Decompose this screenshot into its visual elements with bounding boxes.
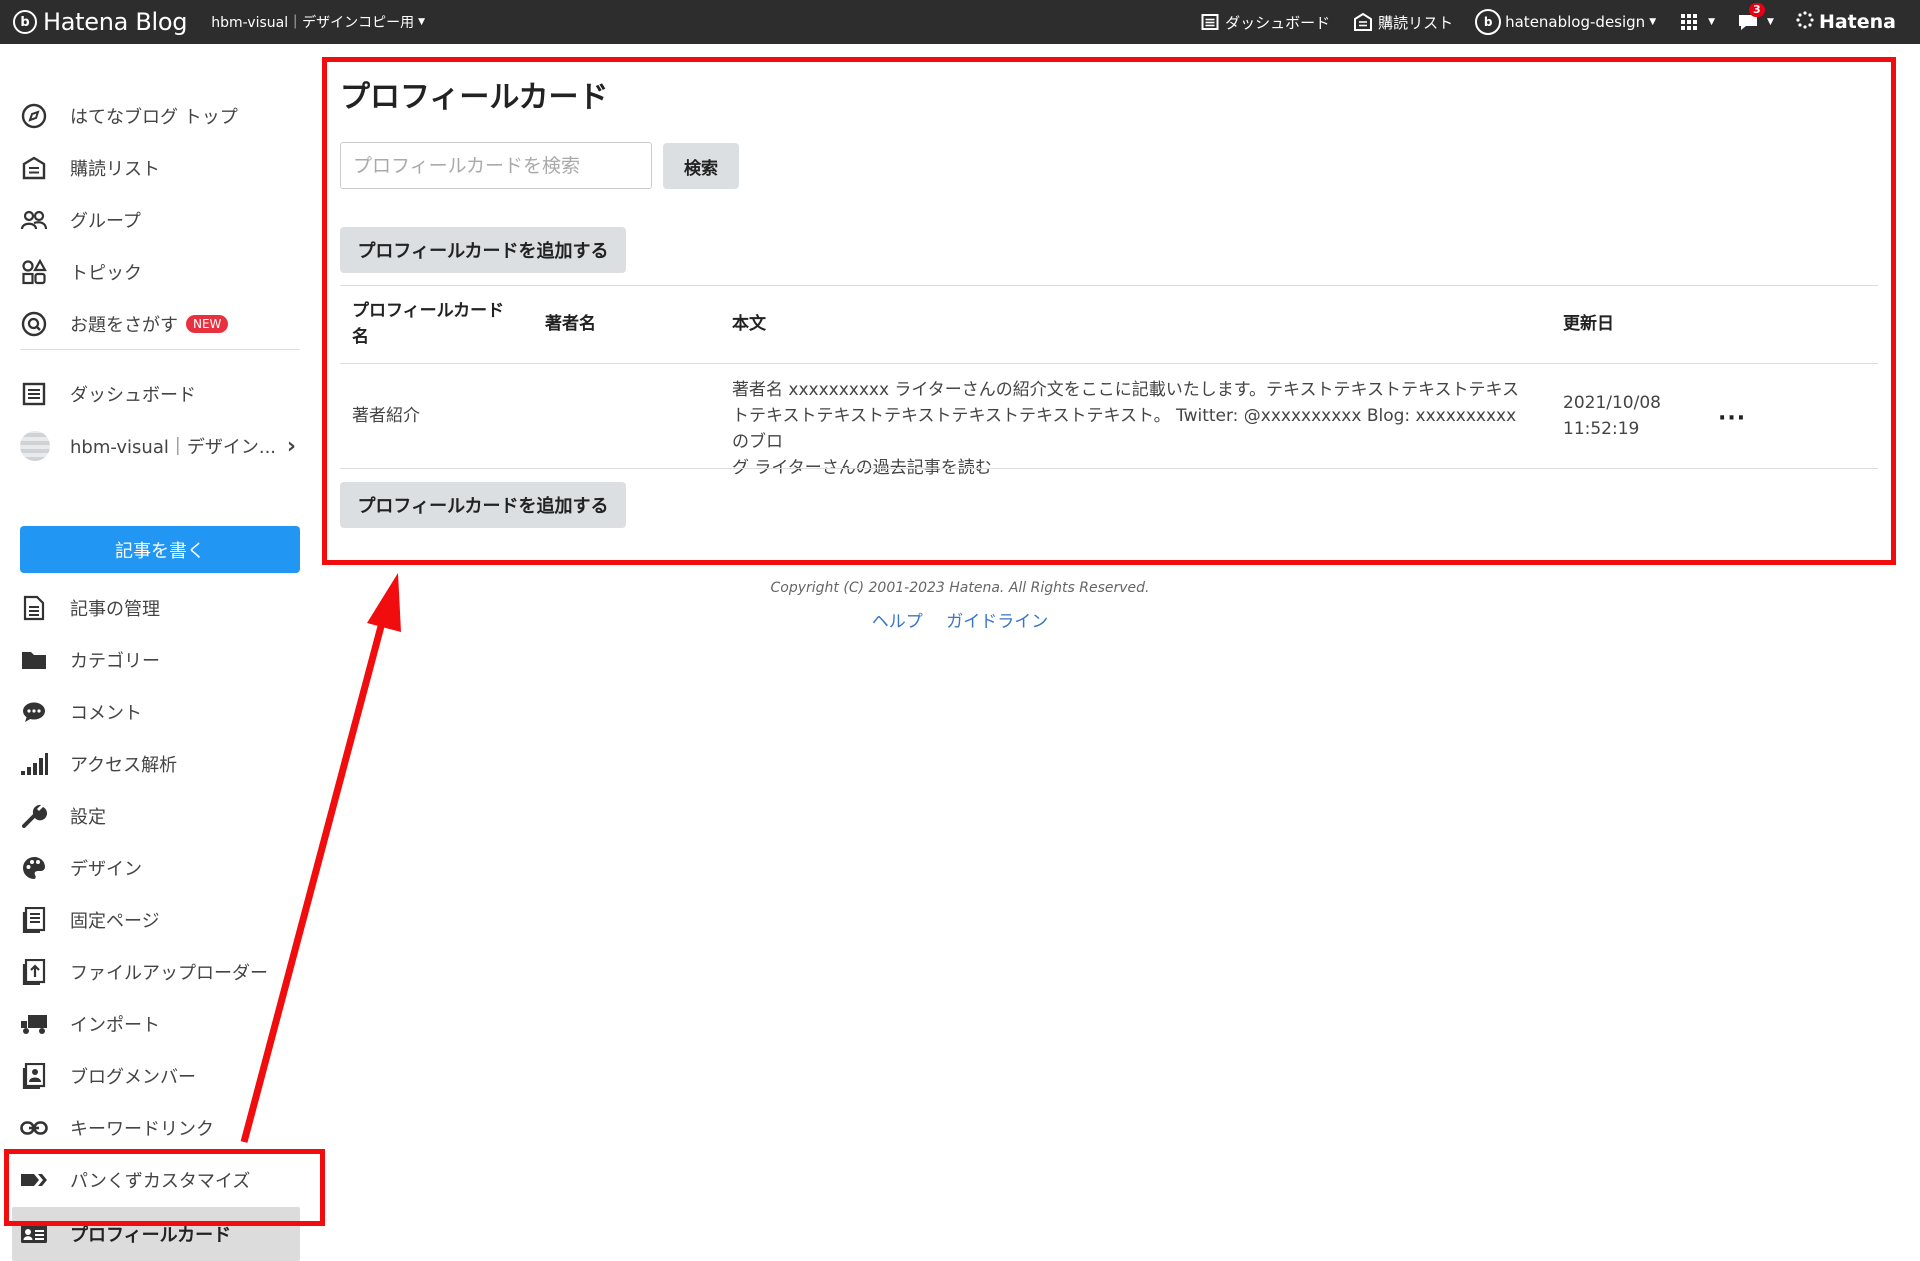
annotation-arrow-head — [367, 573, 401, 632]
annotation-arrow-shaft — [240, 614, 388, 1143]
annotation-arrow — [240, 573, 401, 1143]
